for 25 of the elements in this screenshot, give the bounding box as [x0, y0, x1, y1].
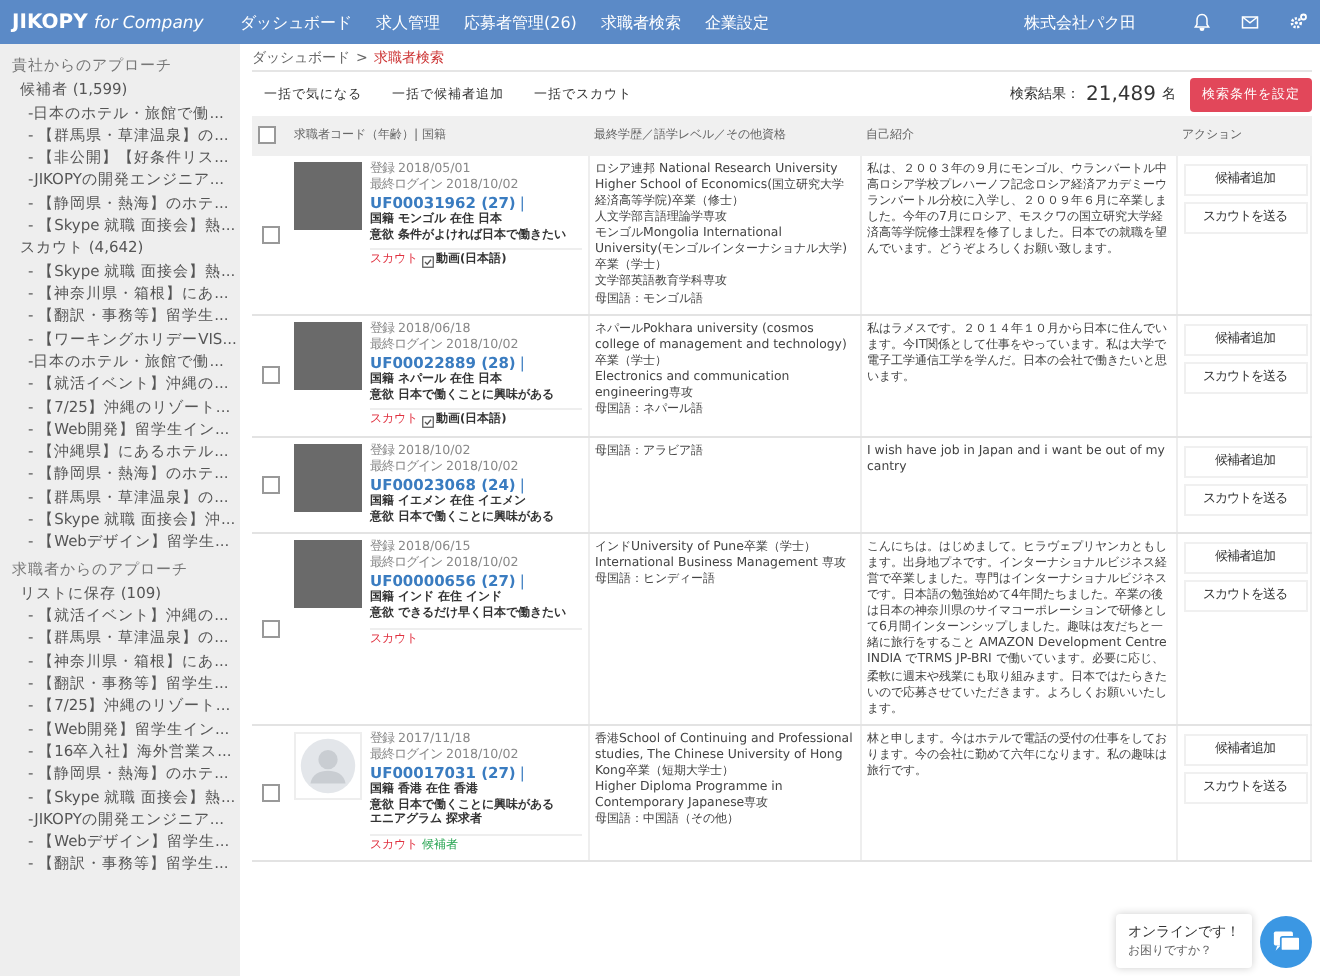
logo[interactable]: JIKOPY for Company: [12, 11, 232, 33]
nav-link[interactable]: 求職者検索: [600, 11, 681, 33]
chat-icon[interactable]: [1260, 915, 1312, 967]
row-checkbox[interactable]: [261, 225, 279, 244]
row-checkbox[interactable]: [261, 475, 279, 494]
nav-link[interactable]: 企業設定: [704, 11, 769, 33]
row-checkbox[interactable]: [261, 783, 279, 802]
row-checkbox[interactable]: [261, 365, 279, 384]
photo-placeholder: [294, 321, 362, 390]
photo-placeholder: [294, 540, 362, 609]
bell-icon[interactable]: [1192, 12, 1212, 32]
nav-link[interactable]: 求人管理: [376, 11, 440, 33]
settings-icon[interactable]: [1288, 12, 1308, 32]
result-count: 21,489: [1086, 83, 1156, 105]
checkbox-icon: [422, 256, 434, 269]
photo-placeholder: [294, 443, 362, 512]
checkbox-icon: [422, 415, 434, 428]
select-all-checkbox[interactable]: [258, 126, 276, 145]
row-checkbox[interactable]: [261, 619, 279, 638]
avatar-silhouette-icon: [294, 731, 362, 800]
company-name[interactable]: 株式会社パク田: [1024, 11, 1136, 33]
nav-link[interactable]: ダッシュボード: [240, 11, 352, 33]
nav-link[interactable]: 応募者管理(26): [464, 11, 577, 33]
mail-icon[interactable]: [1240, 12, 1260, 32]
photo-placeholder: [294, 162, 362, 230]
